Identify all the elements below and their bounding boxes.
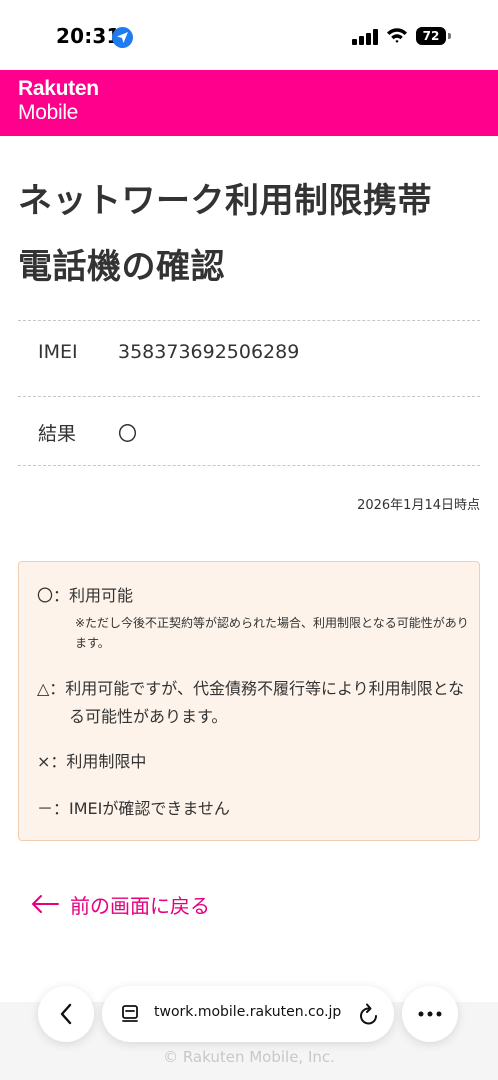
- divider: [18, 465, 480, 466]
- legend-restricted: ×：利用制限中: [37, 752, 147, 771]
- status-time: 20:31: [56, 24, 121, 48]
- page-icon: [122, 1005, 138, 1022]
- brand-header: Rakuten Mobile: [0, 70, 498, 136]
- legend-unknown: －：IMEIが確認できません: [37, 799, 230, 818]
- browser-back-button[interactable]: [38, 986, 94, 1042]
- logo-line2: Mobile: [18, 101, 79, 124]
- checked-date: 2026年1月14日時点: [357, 498, 480, 513]
- location-arrow-icon: [112, 27, 133, 48]
- rakuten-mobile-logo[interactable]: Rakuten Mobile: [18, 78, 99, 125]
- logo-line1: Rakuten: [18, 77, 99, 100]
- url-text: twork.mobile.rakuten.co.jp: [154, 1004, 342, 1020]
- chevron-left-icon: [60, 1003, 72, 1025]
- imei-value: 358373692506289: [118, 341, 300, 363]
- back-link[interactable]: 前の画面に戻る: [30, 888, 210, 920]
- result-label: 結果: [38, 423, 77, 445]
- divider: [18, 320, 480, 321]
- footer-copyright: © Rakuten Mobile, Inc.: [163, 1048, 335, 1066]
- wifi-icon: [386, 26, 408, 48]
- legend-available: 〇：利用可能: [37, 586, 134, 605]
- more-options-button[interactable]: [402, 986, 458, 1042]
- legend-box: 〇：利用可能 ※ただし今後不正契約等が認められた場合、利用制限となる可能性があり…: [18, 561, 480, 841]
- result-value: 〇: [118, 423, 138, 445]
- reload-icon[interactable]: [358, 1002, 380, 1026]
- battery-level: 72: [422, 29, 440, 43]
- legend-warning: △：利用可能ですが、代金債務不履行等により利用制限となる可能性があります。: [37, 679, 465, 726]
- battery-tip: [448, 33, 451, 39]
- arrow-left-icon: [32, 895, 59, 913]
- page-title-line1: ネットワーク利用制限携帯: [18, 181, 432, 221]
- divider: [18, 396, 480, 397]
- cellular-signal-icon: [352, 29, 378, 45]
- address-bar[interactable]: twork.mobile.rakuten.co.jp: [102, 986, 394, 1042]
- battery-icon: 72: [416, 27, 446, 45]
- back-link-label: 前の画面に戻る: [70, 893, 210, 918]
- more-dots-icon: [418, 1011, 442, 1017]
- page-title: ネットワーク利用制限携帯 電話機の確認: [18, 168, 488, 300]
- legend-available-note: ※ただし今後不正契約等が認められた場合、利用制限となる可能性があります。: [75, 616, 469, 650]
- status-bar: 20:31 72: [0, 0, 498, 70]
- imei-label: IMEI: [38, 341, 78, 363]
- page-title-line2: 電話機の確認: [18, 247, 225, 287]
